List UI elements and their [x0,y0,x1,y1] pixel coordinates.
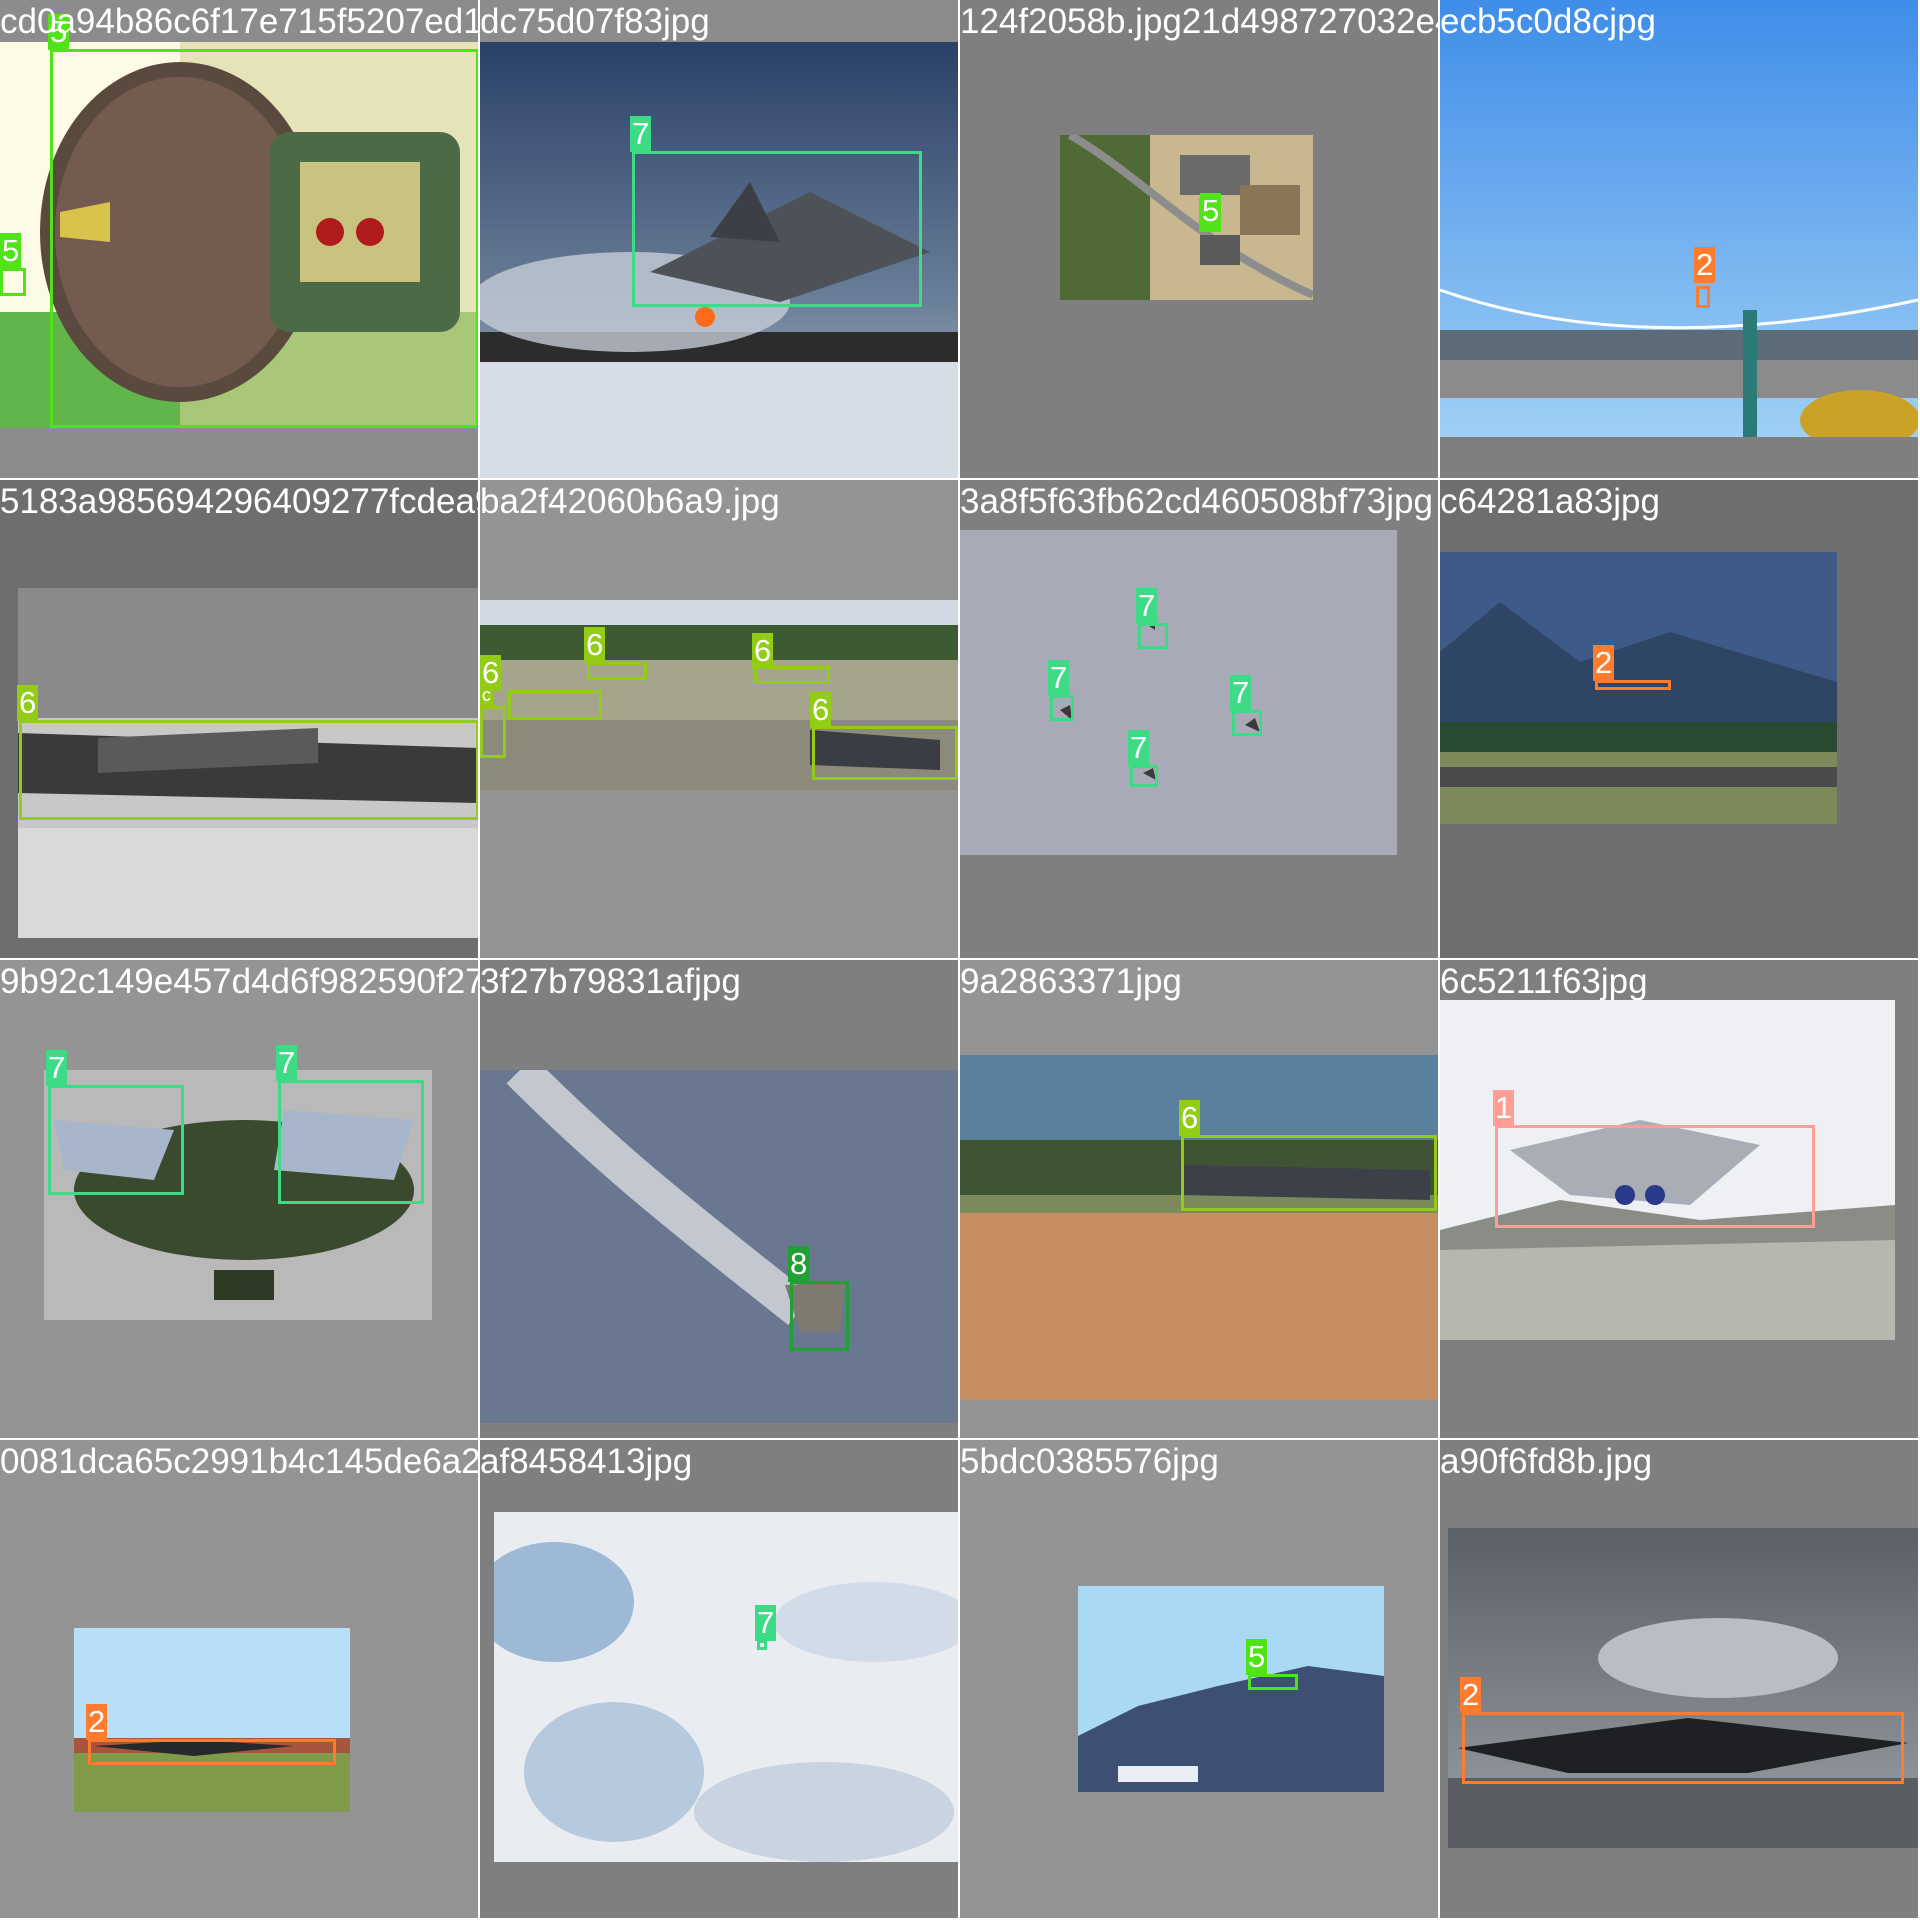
tile-3: ecb5c0d8cjpg 2 [1440,0,1918,478]
bbox-class-label: 8 [788,1246,810,1282]
tile-title: cd0a94b86c6f17e715f5207ed195dc7f807d092c… [0,2,478,41]
tile-10: 9a2863371jpg 6 [960,960,1438,1438]
bbox-class-label: 6 [752,633,774,669]
bbox-class-label: 5 [1200,193,1222,229]
tile-title: ecb5c0d8cjpg [1440,2,1656,41]
bounding-box [1462,1712,1904,1784]
bounding-box [1050,695,1074,721]
photo [480,1070,958,1423]
bbox-class-label: 5 [1246,1639,1268,1675]
tile-1: dc75d07f83jpg 7 [480,0,958,478]
bounding-box [1138,623,1168,649]
bounding-box [1181,1135,1437,1211]
bbox-class-label: 2 [1593,645,1615,681]
bounding-box [480,706,506,758]
tile-title: c64281a83jpg [1440,482,1660,521]
tile-title: 9a2863371jpg [960,962,1182,1001]
bbox-class-label: 2 [1460,1677,1482,1713]
tile-title: dc75d07f83jpg [480,2,710,41]
bounding-box [88,1739,336,1765]
tile-14: 5bdc0385576jpg 5 [960,1440,1438,1918]
bounding-box [1595,680,1671,690]
bounding-box [1130,765,1158,787]
bounding-box [587,662,647,680]
bbox-class-label: 6 [17,685,39,721]
photo [494,1512,958,1862]
bounding-box [790,1281,849,1351]
bounding-box [1495,1125,1815,1228]
bounding-box [812,726,958,780]
tile-title: 0081dca65c2991b4c145de6a23c58c4613d05284… [0,1442,478,1481]
tile-13: af8458413jpg 7 [480,1440,958,1918]
tile-title: a90f6fd8b.jpg [1440,1442,1653,1481]
photo [1448,1528,1918,1848]
bbox-class-label: 6 [584,627,606,663]
photo [1060,135,1313,300]
tile-title: 9b92c149e457d4d6f982590f27c7931efa7ecf5f… [0,962,478,1001]
bbox-class-label: 7 [1048,660,1070,696]
bounding-box [508,690,602,720]
tile-8: 9b92c149e457d4d6f982590f27c7931efa7ecf5f… [0,960,478,1438]
tile-2: 124f2058b.jpg21d498727032e47b56598b341f3… [960,0,1438,478]
bbox-class-label: 7 [630,116,652,152]
bbox-class-label: 7 [46,1050,68,1086]
bounding-box [0,268,26,296]
bbox-class-label: 6 [810,692,832,728]
photo [1078,1586,1384,1792]
bbox-class-label: 7 [1128,730,1150,766]
bounding-box [632,151,922,307]
tile-title: 124f2058b.jpg21d498727032e47b56598b341f3… [960,2,1438,41]
tile-title: ba2f42060b6a9.jpg [480,482,780,521]
bounding-box [50,49,478,428]
bounding-box [278,1080,424,1204]
photo [960,530,1397,855]
tile-title: 5183a985694296409277fcdea97420e5a9d48082… [0,482,478,521]
bbox-class-label: 7 [1136,588,1158,624]
bbox-class-label: 7 [1230,675,1252,711]
bbox-class-label: 7 [755,1605,777,1641]
tile-title: af8458413jpg [480,1442,693,1481]
bbox-class-label: 2 [1694,247,1716,283]
photo [74,1628,350,1812]
tile-11: 6c5211f63jpg 1 [1440,960,1918,1438]
tile-4: 5183a985694296409277fcdea97420e5a9d48082… [0,480,478,958]
tile-15: a90f6fd8b.jpg 2 [1440,1440,1918,1918]
tile-9: 3f27b79831afjpg 8 [480,960,958,1438]
bbox-class-label: 2 [86,1704,108,1740]
bounding-box [1696,286,1710,308]
photo [1440,0,1918,437]
bounding-box [757,1640,767,1650]
bbox-class-label: 6 [1179,1100,1201,1136]
tile-title: 6c5211f63jpg [1440,962,1648,1001]
tile-12: 0081dca65c2991b4c145de6a23c58c4613d05284… [0,1440,478,1918]
tile-title: 5bdc0385576jpg [960,1442,1219,1481]
bbox-class-label: 5 [0,233,22,269]
tile-6: 3a8f5f63fb62cd460508bf73jpg 7 7 7 7 [960,480,1438,958]
bounding-box [19,720,478,820]
mosaic-grid: cd0a94b86c6f17e715f5207ed195dc7f807d092c… [0,0,1920,1920]
bbox-class-label: 7 [276,1045,298,1081]
tile-title: 3f27b79831afjpg [480,962,741,1001]
bbox-class-label: c [480,685,493,705]
tile-title: 3a8f5f63fb62cd460508bf73jpg [960,482,1433,521]
bounding-box [1248,1674,1298,1690]
bounding-box [48,1085,184,1195]
bbox-class-label: 1 [1493,1090,1515,1126]
tile-5: ba2f42060b6a9.jpg 6 6 6 6 c [480,480,958,958]
tile-7: c64281a83jpg 2 [1440,480,1918,958]
tile-0: cd0a94b86c6f17e715f5207ed195dc7f807d092c… [0,0,478,478]
bounding-box [1232,710,1262,736]
